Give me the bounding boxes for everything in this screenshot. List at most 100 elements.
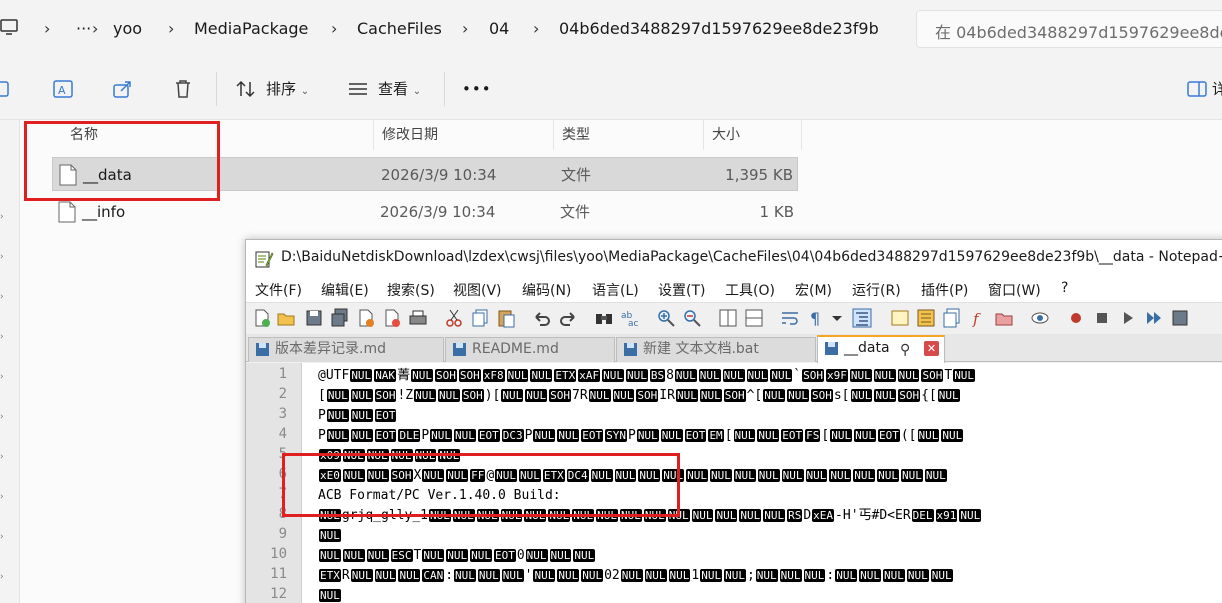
menu-view[interactable]: 视图(V) xyxy=(453,280,502,300)
breadcrumb-item-04[interactable]: 04 xyxy=(489,18,509,40)
sort-icon[interactable] xyxy=(235,78,257,100)
menu-window[interactable]: 窗口(W) xyxy=(988,280,1041,300)
view-icon[interactable] xyxy=(347,78,369,100)
stop-macro-icon[interactable] xyxy=(1092,308,1112,328)
sync-vertical-icon[interactable] xyxy=(718,308,738,328)
breadcrumb-chevron-icon[interactable]: › xyxy=(533,18,539,40)
print-icon[interactable] xyxy=(408,308,428,328)
close-file-icon[interactable] xyxy=(356,308,376,328)
doc-list-icon[interactable] xyxy=(916,308,936,328)
play-macro-icon[interactable] xyxy=(1118,308,1138,328)
code-line[interactable]: ETX R NUL NUL NUL CAN: NUL NUL NUL ' NUL NUL NUL 02 NU… xyxy=(318,566,954,586)
npp-title-bar[interactable]: D:\BaiduNetdiskDownload\lzdex\cwsj\files… xyxy=(246,240,1222,278)
save-all-icon[interactable] xyxy=(330,308,350,328)
menu-file[interactable]: 文件(F) xyxy=(255,280,302,300)
breadcrumb-item-yoo[interactable]: yoo xyxy=(113,18,142,40)
menu-language[interactable]: 语言(L) xyxy=(592,280,639,300)
breadcrumb-more-button[interactable]: ··· xyxy=(76,18,91,40)
code-line[interactable]: @UTF NUL NAK 菁 NUL SOH SOH xF8 NUL NUL ETX xAF NUL NU… xyxy=(318,366,976,386)
menu-plugins[interactable]: 插件(P) xyxy=(921,280,968,300)
show-all-chars-icon[interactable]: ¶ xyxy=(806,308,826,328)
dropdown-arrow-icon[interactable] xyxy=(830,308,844,328)
menu-settings[interactable]: 设置(T) xyxy=(658,280,705,300)
code-line[interactable]: P NUL NUL EOT xyxy=(318,406,397,426)
record-macro-icon[interactable] xyxy=(1066,308,1086,328)
menu-edit[interactable]: 编辑(E) xyxy=(321,280,369,300)
copy-text-icon[interactable] xyxy=(470,308,490,328)
column-header-type[interactable]: 类型 xyxy=(554,120,704,150)
navigation-pane[interactable]: › › › › › › › › › › xyxy=(0,120,20,603)
code-line[interactable]: NUL xyxy=(318,526,342,546)
breadcrumb-item-mediapackage[interactable]: MediaPackage xyxy=(194,18,308,40)
nav-expand-icon[interactable]: › xyxy=(0,492,6,502)
sort-button[interactable]: 排序 ⌄ xyxy=(266,77,309,101)
delete-icon[interactable] xyxy=(172,78,194,100)
breadcrumb-item-hash-folder[interactable]: 04b6ded3488297d1597629ee8de23f9b xyxy=(559,18,879,40)
nav-expand-icon[interactable]: › xyxy=(0,212,6,222)
word-wrap-icon[interactable] xyxy=(780,308,800,328)
menu-search[interactable]: 搜索(S) xyxy=(387,280,435,300)
breadcrumb-chevron-icon[interactable]: › xyxy=(331,18,337,40)
nav-expand-icon[interactable]: › xyxy=(0,412,6,422)
breadcrumb-chevron-icon[interactable]: › xyxy=(462,18,468,40)
code-line[interactable]: NUL NUL NUL ESC T NUL NUL NUL EOT 0 NUL NUL NUL xyxy=(318,546,596,566)
indent-guide-icon[interactable] xyxy=(852,308,872,328)
nav-expand-icon[interactable]: › xyxy=(0,452,6,462)
new-file-icon[interactable] xyxy=(252,308,272,328)
cut-icon[interactable] xyxy=(444,308,464,328)
close-tab-icon[interactable]: ✕ xyxy=(924,341,939,356)
code-line[interactable]: [NUL NUL SOH !Z NUL NUL SOH)[NUL NUL SOH 7R NUL NUL… xyxy=(318,386,961,406)
function-icon[interactable]: f xyxy=(968,308,988,328)
view-button[interactable]: 查看 ⌄ xyxy=(378,77,421,101)
tab-new-text-bat[interactable]: 新建 文本文档.bat xyxy=(616,337,816,362)
breadcrumb-item-cachefiles[interactable]: CacheFiles xyxy=(357,18,442,40)
redo-icon[interactable] xyxy=(558,308,578,328)
sync-horizontal-icon[interactable] xyxy=(744,308,764,328)
copy-icon[interactable] xyxy=(0,78,14,100)
tab-readme-md[interactable]: README.md xyxy=(445,337,615,362)
breadcrumb-chevron-icon[interactable]: › xyxy=(92,18,98,40)
tab-version-diff-md[interactable]: 版本差异记录.md xyxy=(248,337,444,362)
nav-expand-icon[interactable]: › xyxy=(0,572,6,582)
doc-map-icon[interactable] xyxy=(890,308,910,328)
share-icon[interactable] xyxy=(112,78,134,100)
tab-data-active[interactable]: __data ⚲ ✕ xyxy=(817,335,945,363)
column-header-size[interactable]: 大小 xyxy=(704,120,802,150)
menu-macro[interactable]: 宏(M) xyxy=(795,280,832,300)
menu-tools[interactable]: 工具(O) xyxy=(725,280,775,300)
nav-expand-icon[interactable]: › xyxy=(0,292,6,302)
function-list-icon[interactable] xyxy=(942,308,962,328)
replace-icon[interactable]: abac xyxy=(620,308,640,328)
details-button[interactable]: 详 xyxy=(1212,77,1222,101)
code-line[interactable]: NUL xyxy=(318,586,342,603)
find-icon[interactable] xyxy=(594,308,614,328)
nav-expand-icon[interactable]: › xyxy=(0,532,6,542)
nav-expand-icon[interactable]: › xyxy=(0,332,6,342)
run-macro-multiple-icon[interactable] xyxy=(1144,308,1164,328)
menu-run[interactable]: 运行(R) xyxy=(852,280,901,300)
save-icon[interactable] xyxy=(304,308,324,328)
pin-tab-icon[interactable]: ⚲ xyxy=(900,339,910,361)
breadcrumb-chevron-icon[interactable]: › xyxy=(44,18,50,40)
code-line[interactable]: P NUL NUL EOT DLE P NUL NUL EOT DC3 P NUL NUL EOT SYN P… xyxy=(318,426,964,446)
search-input[interactable]: 在 04b6ded3488297d1597629ee8de23f9b xyxy=(916,10,1222,48)
close-all-icon[interactable] xyxy=(382,308,402,328)
this-pc-icon[interactable] xyxy=(0,18,20,36)
zoom-out-icon[interactable] xyxy=(682,308,702,328)
menu-help[interactable]: ? xyxy=(1061,280,1068,296)
nav-expand-icon[interactable]: › xyxy=(0,252,6,262)
details-pane-icon[interactable] xyxy=(1186,78,1208,100)
rename-icon[interactable]: A xyxy=(52,78,74,100)
menu-encoding[interactable]: 编码(N) xyxy=(522,280,571,300)
monitoring-icon[interactable] xyxy=(1030,308,1050,328)
breadcrumb-chevron-icon[interactable]: › xyxy=(168,18,174,40)
zoom-in-icon[interactable] xyxy=(656,308,676,328)
paste-icon[interactable] xyxy=(496,308,516,328)
undo-icon[interactable] xyxy=(532,308,552,328)
open-file-icon[interactable] xyxy=(276,308,296,328)
save-macro-icon[interactable] xyxy=(1170,308,1190,328)
nav-expand-icon[interactable]: › xyxy=(0,372,6,382)
folder-workspace-icon[interactable] xyxy=(994,308,1014,328)
column-header-modified[interactable]: 修改日期 xyxy=(374,120,554,150)
more-options-button[interactable]: ••• xyxy=(462,77,492,101)
